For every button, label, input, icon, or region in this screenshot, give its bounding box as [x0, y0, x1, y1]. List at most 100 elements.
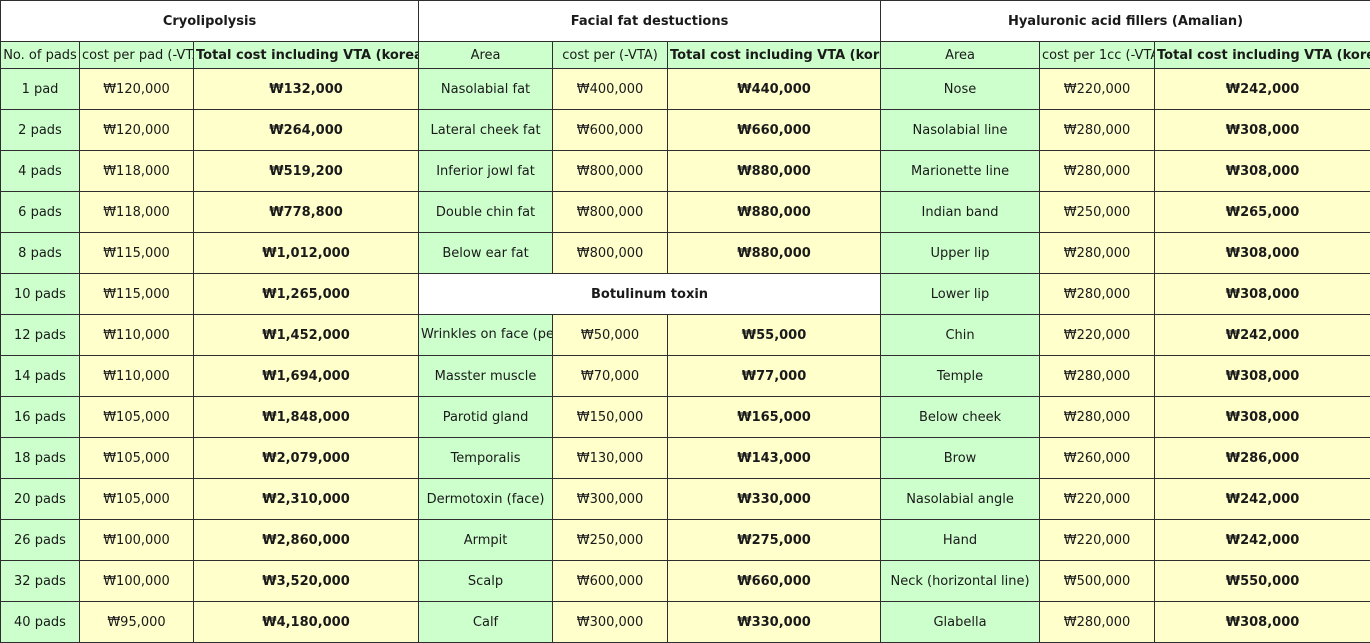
cryo-pads-cell: 32 pads — [0, 560, 80, 602]
table-row: 20 pads ₩105,000 ₩2,310,000 Dermotoxin (fac… — [0, 478, 1370, 520]
botox-cost-cell: ₩300,000 — [552, 601, 669, 643]
cryo-cost-cell: ₩118,000 — [79, 150, 194, 192]
filler-header-label: Area — [880, 41, 1041, 69]
botox-area-cell: Dermotoxin (face) — [418, 478, 554, 520]
filler-total-cell: ₩286,000 — [1154, 437, 1370, 479]
filler-total-cell: ₩308,000 — [1154, 232, 1370, 274]
filler-total-cell: ₩265,000 — [1154, 191, 1370, 233]
table-row: 10 pads ₩115,000 ₩1,265,000 Botulinum toxin… — [0, 273, 1370, 315]
cryo-header-label: No. of pads — [0, 41, 80, 69]
table-row: 12 pads ₩110,000 ₩1,452,000 Wrinkles on fac… — [0, 314, 1370, 356]
filler-area-cell: Nasolabial angle — [880, 478, 1041, 520]
botox-area-cell: Wrinkles on face (per area) — [418, 314, 554, 356]
cryo-total-cell: ₩1,012,000 — [192, 232, 420, 274]
cryo-total-cell: ₩2,860,000 — [192, 519, 420, 561]
cryo-cost-cell: ₩115,000 — [79, 273, 194, 315]
cryo-pads-cell: 2 pads — [0, 109, 80, 151]
table-row: 40 pads ₩95,000 ₩4,180,000 Calf ₩300,000 ₩330… — [0, 601, 1370, 643]
fat-area-cell: Double chin fat — [418, 191, 554, 233]
botox-area-cell: Calf — [418, 601, 554, 643]
fat-total-cell: ₩880,000 — [667, 150, 882, 192]
botox-area-cell: Temporalis — [418, 437, 554, 479]
cryo-total-cell: ₩2,079,000 — [192, 437, 420, 479]
filler-header-total: Total cost including VTA (korean won) — [1154, 41, 1370, 69]
column-header-row: No. of padscost per pad (-VTA) Total cost… — [0, 41, 1370, 69]
cryo-pads-cell: 6 pads — [0, 191, 80, 233]
fat-area-cell: Below ear fat — [418, 232, 554, 274]
filler-header-cost: cost per 1cc (-VTA) — [1039, 41, 1156, 69]
cryo-cost-cell: ₩105,000 — [79, 396, 194, 438]
filler-total-cell: ₩242,000 — [1154, 314, 1370, 356]
cryo-cost-cell: ₩120,000 — [79, 68, 194, 110]
filler-total-cell: ₩550,000 — [1154, 560, 1370, 602]
filler-area-cell: Upper lip — [880, 232, 1041, 274]
price-spreadsheet: Cryolipolysis Facial fat destuctions Hyalu… — [0, 0, 1370, 643]
cryo-pads-cell: 18 pads — [0, 437, 80, 479]
fat-cost-cell: ₩600,000 — [552, 109, 669, 151]
fat-total-cell: ₩660,000 — [667, 109, 882, 151]
cryo-cost-cell: ₩95,000 — [79, 601, 194, 643]
filler-total-cell: ₩308,000 — [1154, 396, 1370, 438]
cryo-cost-cell: ₩105,000 — [79, 478, 194, 520]
botox-area-cell: Armpit — [418, 519, 554, 561]
cryo-total-cell: ₩2,310,000 — [192, 478, 420, 520]
table-row: 18 pads ₩105,000 ₩2,079,000 Temporalis ₩130,… — [0, 437, 1370, 479]
fat-cost-cell: ₩800,000 — [552, 150, 669, 192]
filler-cost-cell: ₩260,000 — [1039, 437, 1156, 479]
table-row: 4 pads ₩118,000 ₩519,200 Inferior jowl fat ₩… — [0, 150, 1370, 192]
table-row: 1 pad ₩120,000 ₩132,000 Nasolabial fat ₩400,… — [0, 68, 1370, 110]
fat-header-total: Total cost including VTA (korean won) — [667, 41, 882, 69]
fat-total-cell: ₩880,000 — [667, 232, 882, 274]
cryo-pads-cell: 40 pads — [0, 601, 80, 643]
cryo-pads-cell: 26 pads — [0, 519, 80, 561]
cryo-cost-cell: ₩120,000 — [79, 109, 194, 151]
filler-cost-cell: ₩280,000 — [1039, 150, 1156, 192]
table-row: 14 pads ₩110,000 ₩1,694,000 Masster muscle ₩… — [0, 355, 1370, 397]
filler-area-cell: Chin — [880, 314, 1041, 356]
table-row: 2 pads ₩120,000 ₩264,000 Lateral cheek fat ₩… — [0, 109, 1370, 151]
cryo-pads-cell: 4 pads — [0, 150, 80, 192]
filler-area-cell: Temple — [880, 355, 1041, 397]
botox-area-cell: Parotid gland — [418, 396, 554, 438]
botox-cost-cell: ₩250,000 — [552, 519, 669, 561]
filler-area-cell: Neck (horizontal line) — [880, 560, 1041, 602]
filler-cost-cell: ₩220,000 — [1039, 519, 1156, 561]
fat-cost-cell: ₩800,000 — [552, 232, 669, 274]
botox-area-cell: Masster muscle — [418, 355, 554, 397]
cryo-pads-cell: 16 pads — [0, 396, 80, 438]
filler-area-cell: Hand — [880, 519, 1041, 561]
cryo-cost-cell: ₩118,000 — [79, 191, 194, 233]
cryo-cost-cell: ₩110,000 — [79, 314, 194, 356]
filler-area-cell: Below cheek — [880, 396, 1041, 438]
botox-cost-cell: ₩70,000 — [552, 355, 669, 397]
filler-total-cell: ₩308,000 — [1154, 601, 1370, 643]
filler-cost-cell: ₩220,000 — [1039, 314, 1156, 356]
fat-header-cost: cost per (-VTA) — [552, 41, 669, 69]
cryo-total-cell: ₩1,452,000 — [192, 314, 420, 356]
cryo-total-cell: ₩264,000 — [192, 109, 420, 151]
cryo-total-cell: ₩519,200 — [192, 150, 420, 192]
facial-fat-title: Facial fat destuctions — [418, 0, 882, 42]
cryo-cost-cell: ₩105,000 — [79, 437, 194, 479]
table-row: 6 pads ₩118,000 ₩778,800 Double chin fat ₩80… — [0, 191, 1370, 233]
botox-cost-cell: ₩150,000 — [552, 396, 669, 438]
cryo-pads-cell: 1 pad — [0, 68, 80, 110]
filler-total-cell: ₩242,000 — [1154, 68, 1370, 110]
fat-area-cell: Inferior jowl fat — [418, 150, 554, 192]
filler-total-cell: ₩308,000 — [1154, 109, 1370, 151]
filler-area-cell: Marionette line — [880, 150, 1041, 192]
cryo-cost-cell: ₩100,000 — [79, 519, 194, 561]
cryo-total-cell: ₩4,180,000 — [192, 601, 420, 643]
filler-cost-cell: ₩280,000 — [1039, 273, 1156, 315]
botox-total-cell: ₩330,000 — [667, 601, 882, 643]
filler-cost-cell: ₩220,000 — [1039, 68, 1156, 110]
cryo-header-cost: cost per pad (-VTA) — [79, 41, 194, 69]
botox-cost-cell: ₩50,000 — [552, 314, 669, 356]
fat-total-cell: ₩880,000 — [667, 191, 882, 233]
filler-cost-cell: ₩500,000 — [1039, 560, 1156, 602]
filler-area-cell: Brow — [880, 437, 1041, 479]
fat-cost-cell: ₩800,000 — [552, 191, 669, 233]
filler-total-cell: ₩308,000 — [1154, 355, 1370, 397]
cryo-pads-cell: 14 pads — [0, 355, 80, 397]
filler-cost-cell: ₩220,000 — [1039, 478, 1156, 520]
